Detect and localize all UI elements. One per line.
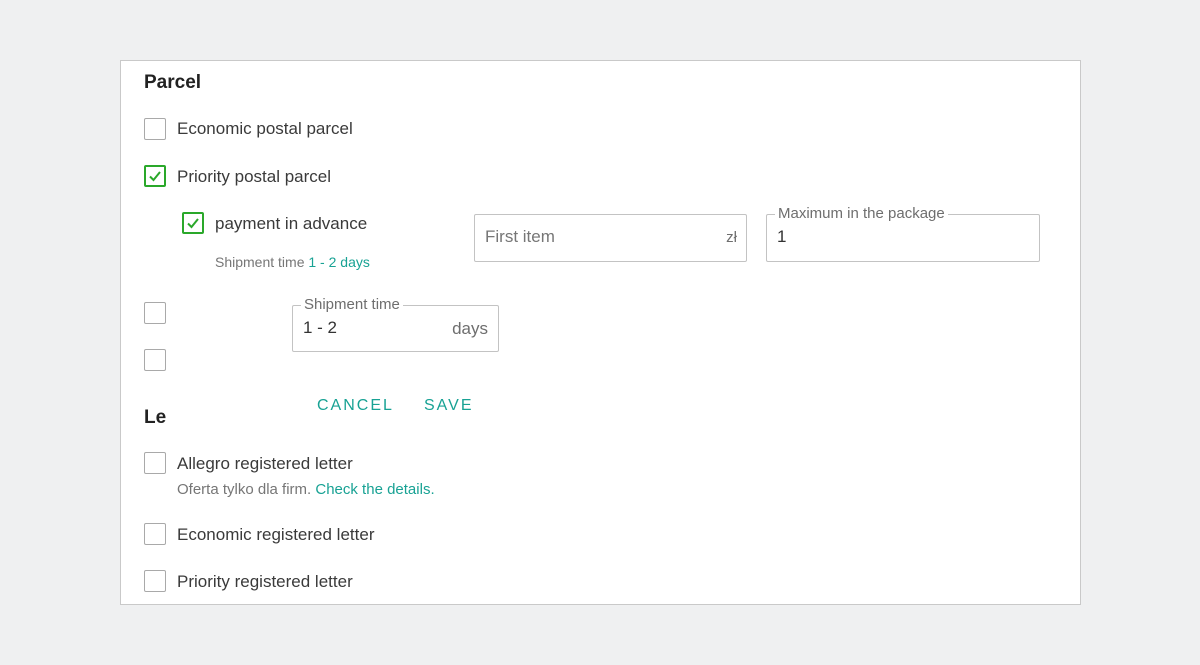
- shipment-time-popover: Shipment time days CANCEL SAVE: [284, 288, 562, 438]
- economic-postal-parcel-label[interactable]: Economic postal parcel: [177, 119, 353, 139]
- shipment-time-hint-label: Shipment time: [215, 254, 305, 270]
- shipment-time-hint-link[interactable]: 1 - 2 days: [308, 254, 369, 270]
- payment-in-advance-checkbox[interactable]: [182, 212, 204, 234]
- shipment-time-field[interactable]: Shipment time days: [292, 296, 499, 352]
- max-in-package-input[interactable]: [777, 227, 1017, 247]
- days-suffix: days: [452, 319, 488, 338]
- payment-in-advance-label[interactable]: payment in advance: [215, 214, 367, 234]
- economic-registered-letter-checkbox[interactable]: [144, 523, 166, 545]
- checkmark-icon: [187, 218, 199, 229]
- shipment-time-input[interactable]: [303, 318, 433, 338]
- max-in-package-field[interactable]: Maximum in the package: [766, 205, 1040, 262]
- hidden-option-checkbox[interactable]: [144, 302, 166, 324]
- allegro-letter-hint: Oferta tylko dla firm. Check the details…: [177, 481, 435, 498]
- shipment-time-legend: Shipment time: [301, 296, 403, 313]
- priority-postal-parcel-label[interactable]: Priority postal parcel: [177, 167, 331, 187]
- allegro-registered-letter-label[interactable]: Allegro registered letter: [177, 454, 353, 474]
- allegro-letter-hint-text: Oferta tylko dla firm.: [177, 481, 312, 498]
- first-item-input[interactable]: [485, 227, 705, 247]
- save-button[interactable]: SAVE: [424, 397, 474, 415]
- priority-registered-letter-label[interactable]: Priority registered letter: [177, 572, 353, 592]
- economic-registered-letter-label[interactable]: Economic registered letter: [177, 525, 374, 545]
- shipment-time-hint: Shipment time 1 - 2 days: [215, 254, 370, 270]
- checkmark-icon: [149, 171, 161, 182]
- shipping-options-card: Parcel Economic postal parcel Priority p…: [120, 60, 1081, 605]
- check-details-link[interactable]: Check the details.: [315, 481, 434, 498]
- allegro-registered-letter-checkbox[interactable]: [144, 452, 166, 474]
- cancel-button[interactable]: CANCEL: [317, 397, 394, 415]
- priority-postal-parcel-checkbox[interactable]: [144, 165, 166, 187]
- max-in-package-legend: Maximum in the package: [775, 205, 948, 222]
- letter-section-title: Le: [144, 407, 167, 428]
- priority-registered-letter-checkbox[interactable]: [144, 570, 166, 592]
- economic-postal-parcel-checkbox[interactable]: [144, 118, 166, 140]
- parcel-section-title: Parcel: [144, 72, 202, 93]
- currency-suffix: zł: [726, 229, 737, 246]
- hidden-option-checkbox[interactable]: [144, 349, 166, 371]
- first-item-field[interactable]: zł: [474, 214, 747, 262]
